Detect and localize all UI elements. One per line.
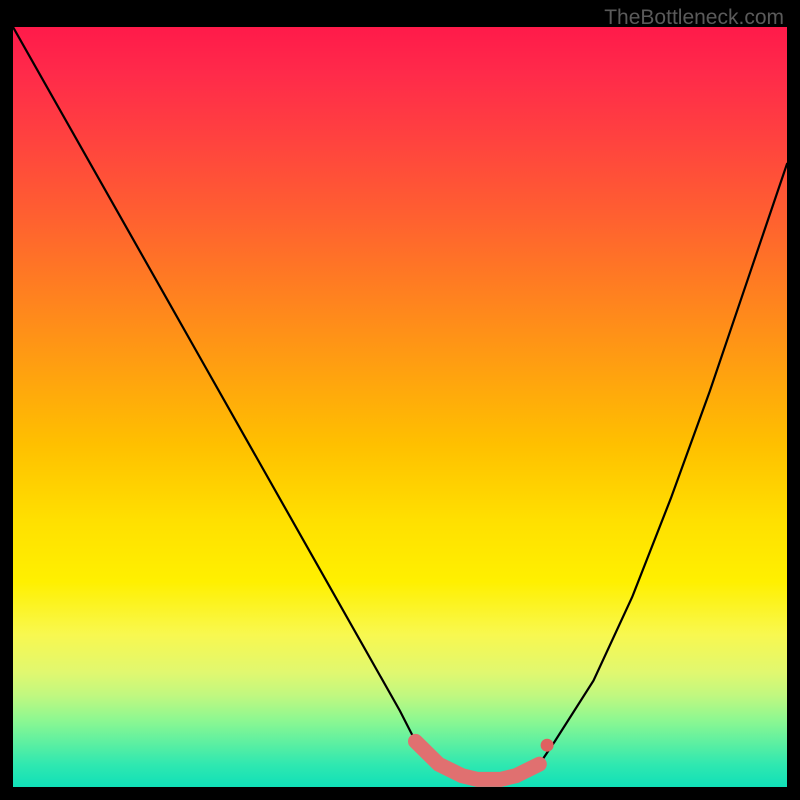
chart-plot-area [13,27,787,787]
optimal-range-marker [416,741,540,779]
bottleneck-curve-line [13,27,787,779]
chart-svg-layer [13,27,787,787]
watermark-text: TheBottleneck.com [604,6,784,30]
marker-dot [541,739,554,752]
